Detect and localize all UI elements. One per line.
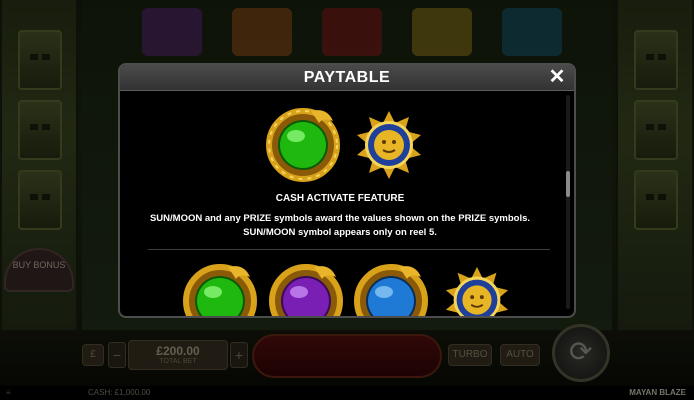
sun-moon-symbol-icon	[357, 111, 421, 179]
feature-description-line-1: SUN/MOON and any PRIZE symbols award the…	[149, 213, 531, 224]
section-divider	[148, 249, 550, 250]
paytable-dialog: PAYTABLE ✕ CASH ACTIVATE FEATURE SUN/MOO…	[118, 63, 576, 318]
blue-orb-symbol-icon	[354, 264, 428, 316]
dialog-header: PAYTABLE ✕	[120, 65, 574, 91]
green-orb-symbol-icon	[183, 264, 257, 316]
green-orb-symbol-icon	[266, 108, 340, 182]
scrollbar-track[interactable]	[566, 95, 570, 309]
feature-description-line-2: SUN/MOON symbol appears only on reel 5.	[243, 227, 437, 238]
scrollbar-thumb[interactable]	[566, 171, 570, 197]
close-button[interactable]: ✕	[546, 66, 568, 88]
sun-moon-symbol-icon	[445, 266, 509, 316]
purple-orb-symbol-icon	[269, 264, 343, 316]
feature-title: CASH ACTIVATE FEATURE	[275, 193, 405, 204]
dialog-title: PAYTABLE	[303, 69, 391, 86]
